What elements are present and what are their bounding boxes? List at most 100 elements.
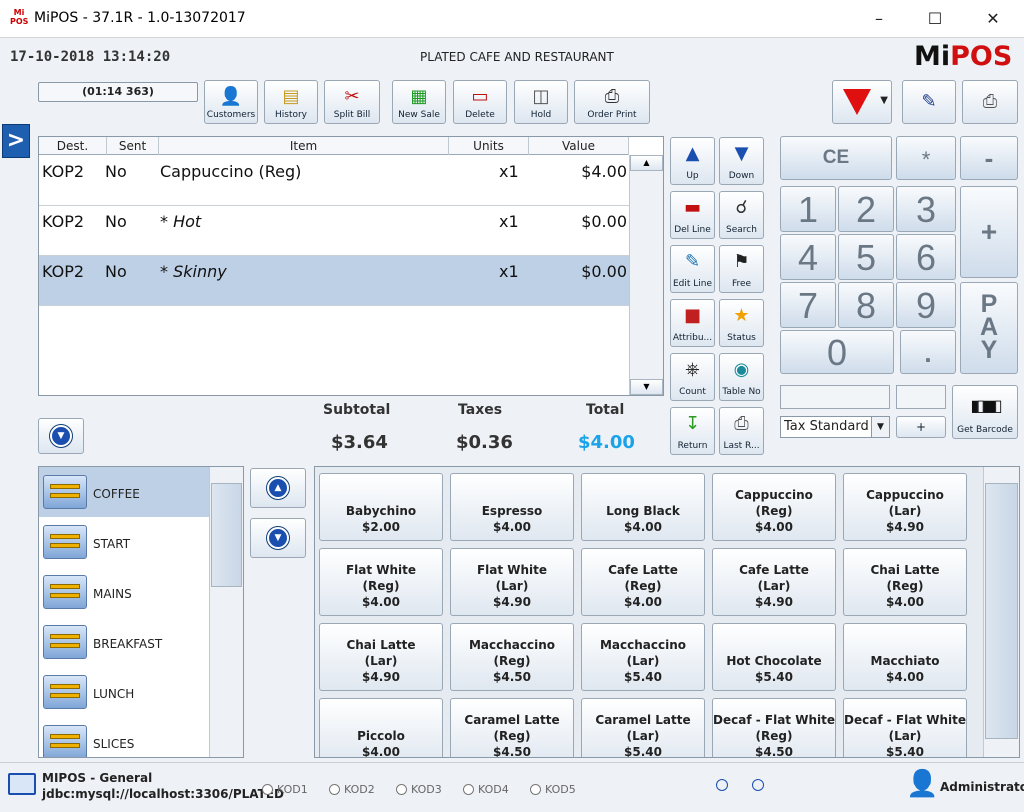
minus-key[interactable]: - bbox=[960, 136, 1018, 180]
category-item-mains[interactable]: MAINS bbox=[39, 567, 209, 617]
category-down-button[interactable]: ▼ bbox=[250, 518, 306, 558]
table-no-button[interactable]: ◉ Table No bbox=[719, 353, 764, 401]
edit-button[interactable]: ✎ bbox=[902, 80, 956, 124]
product-name: (Reg) bbox=[493, 654, 531, 668]
product-button[interactable]: Chai Latte (Lar) $4.90 bbox=[319, 623, 443, 691]
maximize-button[interactable]: ☐ bbox=[912, 4, 958, 34]
product-button[interactable]: Espresso $4.00 bbox=[450, 473, 574, 541]
split-bill-button[interactable]: ✂ Split Bill bbox=[324, 80, 380, 124]
pay-key[interactable]: PAY bbox=[960, 282, 1018, 374]
scroll-thumb[interactable] bbox=[985, 483, 1018, 739]
product-button[interactable]: Hot Chocolate $5.40 bbox=[712, 623, 836, 691]
category-icon bbox=[43, 525, 87, 559]
kod4-radio[interactable]: KOD4 bbox=[463, 783, 509, 796]
attributes-button[interactable]: ■ Attribu... bbox=[670, 299, 715, 347]
key-5[interactable]: 5 bbox=[838, 234, 894, 280]
product-button[interactable]: Flat White (Lar) $4.90 bbox=[450, 548, 574, 616]
key-9[interactable]: 9 bbox=[896, 282, 956, 328]
key-3[interactable]: 3 bbox=[896, 186, 956, 232]
scroll-up-icon[interactable]: ▲ bbox=[630, 155, 663, 171]
kod5-radio[interactable]: KOD5 bbox=[530, 783, 576, 796]
product-button[interactable]: Decaf - Flat White (Lar) $5.40 bbox=[843, 698, 967, 757]
decimal-key[interactable]: . bbox=[900, 330, 956, 374]
up-button[interactable]: ▲ Up bbox=[670, 137, 715, 185]
product-button[interactable]: Caramel Latte (Reg) $4.50 bbox=[450, 698, 574, 757]
category-scrollbar[interactable] bbox=[209, 467, 243, 757]
count-button[interactable]: ⎈ Count bbox=[670, 353, 715, 401]
product-price: $4.00 bbox=[624, 595, 662, 609]
send-down-button[interactable]: ▼ bbox=[832, 80, 892, 124]
product-scrollbar[interactable] bbox=[983, 467, 1019, 757]
add-tax-button[interactable]: + bbox=[896, 416, 946, 438]
clear-entry-key[interactable]: CE bbox=[780, 136, 892, 180]
free-button[interactable]: ⚑ Free bbox=[719, 245, 764, 293]
plus-key[interactable]: + bbox=[960, 186, 1018, 278]
kod2-radio[interactable]: KOD2 bbox=[329, 783, 375, 796]
category-icon bbox=[43, 675, 87, 709]
product-button[interactable]: Macchaccino (Reg) $4.50 bbox=[450, 623, 574, 691]
key-8[interactable]: 8 bbox=[838, 282, 894, 328]
ticket-scrollbar[interactable]: ▲ ▼ bbox=[629, 155, 663, 395]
product-button[interactable]: Cappuccino (Reg) $4.00 bbox=[712, 473, 836, 541]
product-button[interactable]: Macchiato $4.00 bbox=[843, 623, 967, 691]
expand-button[interactable]: ▼ bbox=[38, 418, 84, 454]
return-button[interactable]: ↧ Return bbox=[670, 407, 715, 455]
category-item-breakfast[interactable]: BREAKFAST bbox=[39, 617, 209, 667]
ticket-row-selected[interactable]: KOP2 No * Skinny x1 $0.00 bbox=[39, 256, 629, 306]
kod3-radio[interactable]: KOD3 bbox=[396, 783, 442, 796]
product-button[interactable]: Cafe Latte (Lar) $4.90 bbox=[712, 548, 836, 616]
product-button[interactable]: Macchaccino (Lar) $5.40 bbox=[581, 623, 705, 691]
ticket-row[interactable]: KOP2 No Cappuccino (Reg) x1 $4.00 bbox=[39, 156, 629, 206]
minimize-button[interactable]: – bbox=[856, 4, 902, 34]
get-barcode-button[interactable]: ▮▯▮▮▯ Get Barcode bbox=[952, 385, 1018, 439]
multiply-key[interactable]: * bbox=[896, 136, 956, 180]
scroll-thumb[interactable] bbox=[211, 483, 242, 587]
del-line-button[interactable]: ▬ Del Line bbox=[670, 191, 715, 239]
product-button[interactable]: Babychino $2.00 bbox=[319, 473, 443, 541]
total-label: Total bbox=[586, 402, 625, 418]
search-button[interactable]: ☌ Search bbox=[719, 191, 764, 239]
tax-select[interactable]: Tax Standard ▼ bbox=[780, 416, 890, 438]
key-1[interactable]: 1 bbox=[780, 186, 836, 232]
side-menu-toggle[interactable]: > bbox=[2, 124, 30, 158]
close-button[interactable]: ✕ bbox=[970, 4, 1016, 34]
customers-button[interactable]: 👤 Customers bbox=[204, 80, 258, 124]
order-print-button[interactable]: ⎙ Order Print bbox=[574, 80, 650, 124]
category-item-lunch[interactable]: LUNCH bbox=[39, 667, 209, 717]
edit-line-button[interactable]: ✎ Edit Line bbox=[670, 245, 715, 293]
key-0[interactable]: 0 bbox=[780, 330, 894, 374]
hold-button[interactable]: ◫ Hold bbox=[514, 80, 568, 124]
product-price: $4.00 bbox=[493, 520, 531, 534]
kod1-radio[interactable]: KOD1 bbox=[262, 783, 308, 796]
product-button[interactable]: Decaf - Flat White (Reg) $4.50 bbox=[712, 698, 836, 757]
key-2[interactable]: 2 bbox=[838, 186, 894, 232]
product-button[interactable]: Flat White (Reg) $4.00 bbox=[319, 548, 443, 616]
product-button[interactable]: Cappuccino (Lar) $4.90 bbox=[843, 473, 967, 541]
down-button[interactable]: ▼ Down bbox=[719, 137, 764, 185]
status-button[interactable]: ★ Status bbox=[719, 299, 764, 347]
product-button[interactable]: Cafe Latte (Reg) $4.00 bbox=[581, 548, 705, 616]
product-button[interactable]: Long Black $4.00 bbox=[581, 473, 705, 541]
history-button[interactable]: ▤ History bbox=[264, 80, 318, 124]
new-sale-button[interactable]: ▦ New Sale bbox=[392, 80, 446, 124]
category-item-coffee[interactable]: COFFEE bbox=[39, 467, 209, 517]
product-button[interactable]: Chai Latte (Reg) $4.00 bbox=[843, 548, 967, 616]
key-6[interactable]: 6 bbox=[896, 234, 956, 280]
free-tag-icon: ⚑ bbox=[733, 251, 750, 272]
last-receipt-button[interactable]: ⎙ Last R... bbox=[719, 407, 764, 455]
product-button[interactable]: Caramel Latte (Lar) $5.40 bbox=[581, 698, 705, 757]
category-up-button[interactable]: ▲ bbox=[250, 468, 306, 508]
category-item-slices[interactable]: SLICES bbox=[39, 717, 209, 757]
product-name: Macchaccino bbox=[599, 638, 687, 652]
app-logo: Mi POS bbox=[10, 8, 29, 26]
product-name: Cafe Latte bbox=[739, 563, 809, 577]
delete-button[interactable]: ▭ Delete bbox=[453, 80, 507, 124]
category-icon bbox=[43, 575, 87, 609]
scroll-down-icon[interactable]: ▼ bbox=[630, 379, 663, 395]
key-7[interactable]: 7 bbox=[780, 282, 836, 328]
category-item-start[interactable]: START bbox=[39, 517, 209, 567]
key-4[interactable]: 4 bbox=[780, 234, 836, 280]
product-button[interactable]: Piccolo $4.00 bbox=[319, 698, 443, 757]
ticket-row[interactable]: KOP2 No * Hot x1 $0.00 bbox=[39, 206, 629, 256]
print-button[interactable]: ⎙ bbox=[962, 80, 1018, 124]
